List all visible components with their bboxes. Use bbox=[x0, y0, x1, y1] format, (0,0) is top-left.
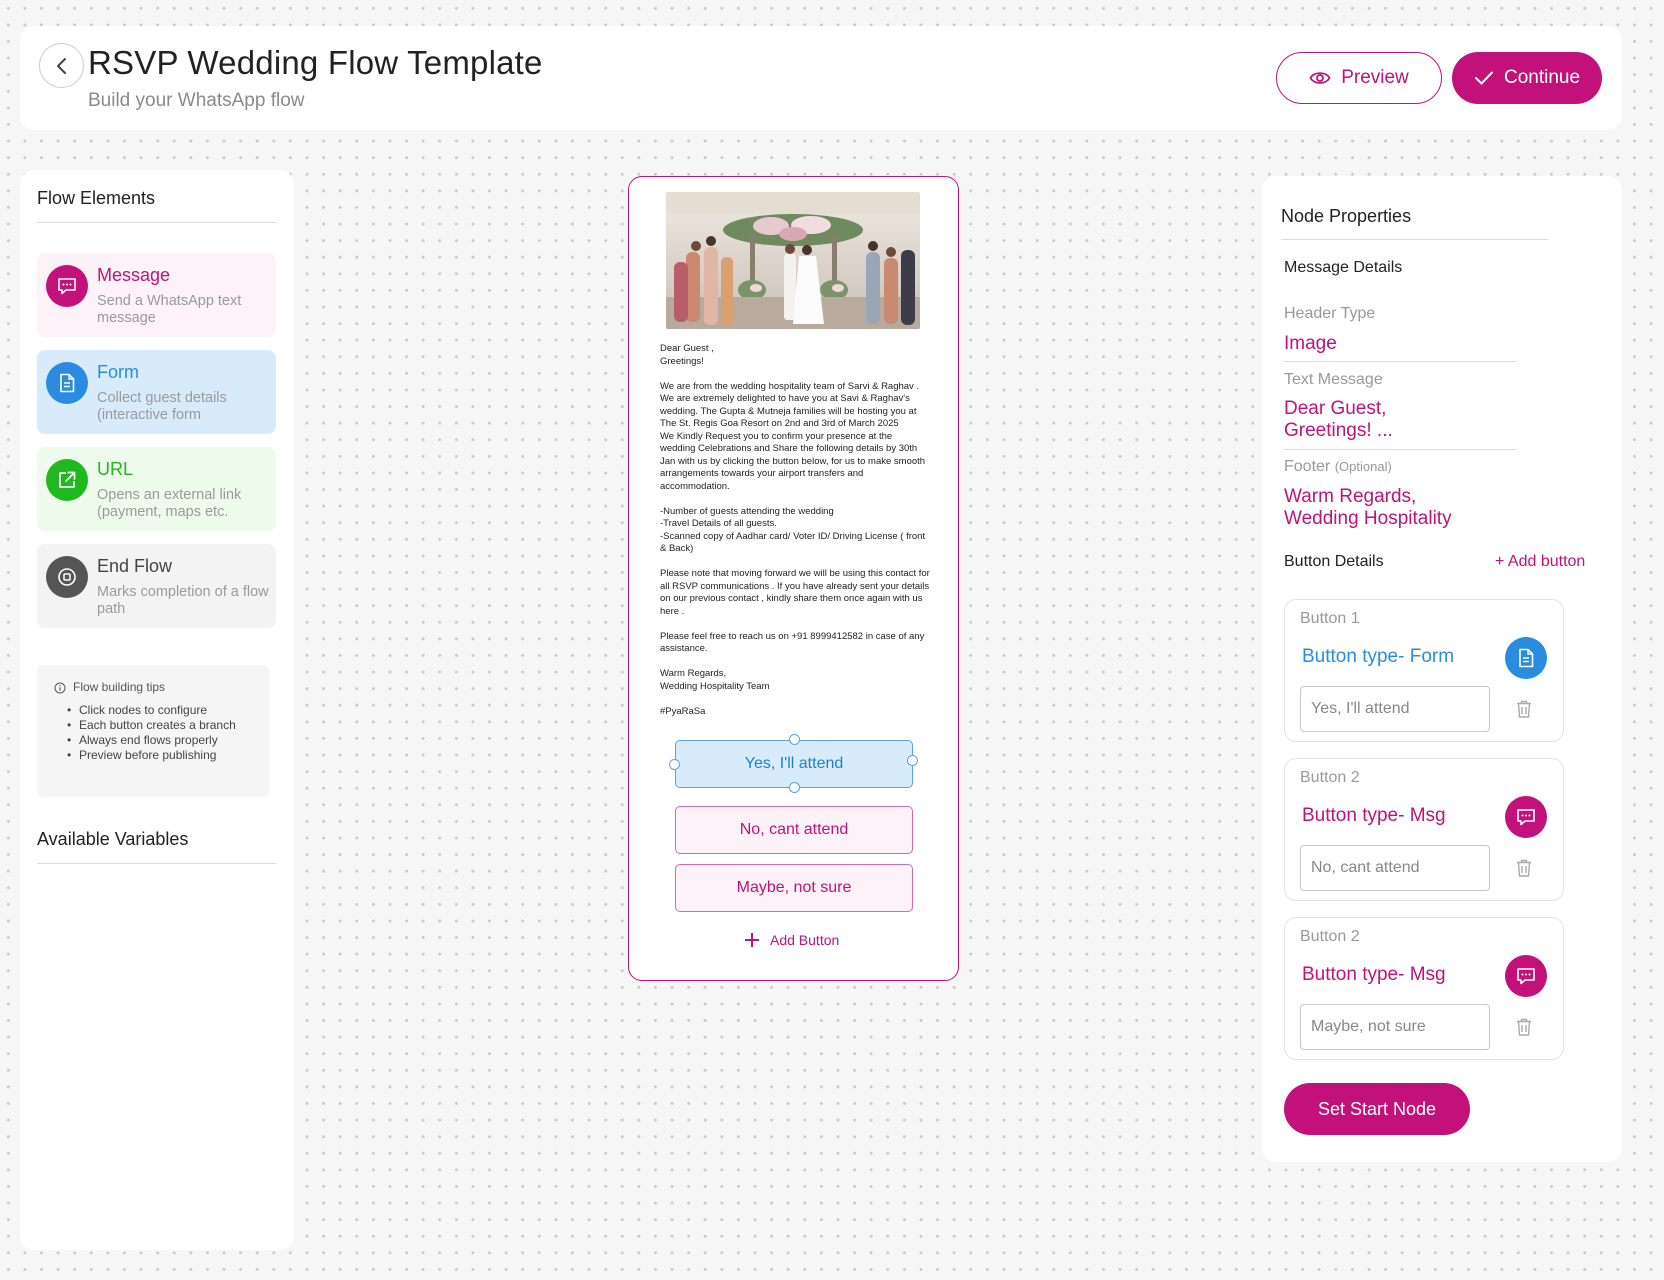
resize-handle[interactable] bbox=[789, 782, 800, 793]
message-body: Dear Guest , Greetings! We are from the … bbox=[660, 343, 930, 717]
message-node-preview[interactable]: Dear Guest , Greetings! We are from the … bbox=[628, 176, 959, 981]
external-link-icon bbox=[46, 459, 88, 501]
set-start-node-button[interactable]: Set Start Node bbox=[1284, 1083, 1470, 1135]
button-card-label: Button 1 bbox=[1300, 610, 1360, 627]
element-title: Message bbox=[97, 265, 171, 285]
tip-item: Preview before publishing bbox=[67, 748, 259, 763]
header-type-value[interactable]: Image bbox=[1284, 333, 1337, 355]
flow-elements-heading: Flow Elements bbox=[37, 188, 156, 208]
plus-icon bbox=[745, 933, 759, 947]
tips-list: Click nodes to configure Each button cre… bbox=[67, 703, 259, 763]
button-card-label: Button 2 bbox=[1300, 928, 1360, 945]
continue-button[interactable]: Continue bbox=[1452, 52, 1602, 104]
button-text-input[interactable]: Maybe, not sure bbox=[1300, 1004, 1490, 1050]
footer-line2[interactable]: Wedding Hospitality bbox=[1284, 508, 1452, 530]
element-desc: Send a WhatsApp text message bbox=[97, 293, 242, 326]
element-end-flow[interactable]: End Flow Marks completion of a flow path bbox=[37, 544, 276, 628]
top-header: RSVP Wedding Flow Template Build your Wh… bbox=[20, 26, 1622, 130]
check-icon bbox=[1474, 71, 1493, 85]
add-button-link[interactable]: Add Button bbox=[744, 932, 839, 948]
button-type[interactable]: Button type- Msg bbox=[1302, 805, 1446, 827]
button-text-input[interactable]: Yes, I'll attend bbox=[1300, 686, 1490, 732]
connection-handle[interactable] bbox=[669, 759, 680, 770]
element-title: URL bbox=[97, 459, 134, 479]
element-title: Form bbox=[97, 362, 139, 382]
text-message-line1[interactable]: Dear Guest, bbox=[1284, 398, 1386, 420]
tip-item: Each button creates a branch bbox=[67, 718, 259, 733]
divider bbox=[37, 863, 276, 864]
tips-title: Flow building tips bbox=[73, 680, 166, 694]
button-details-heading: Button Details bbox=[1284, 553, 1384, 570]
page-title: RSVP Wedding Flow Template bbox=[88, 44, 543, 81]
element-desc: Collect guest details (interactive form bbox=[97, 390, 227, 423]
preview-button[interactable]: Preview bbox=[1276, 52, 1442, 104]
stop-icon bbox=[46, 556, 88, 598]
continue-label: Continue bbox=[1503, 67, 1581, 88]
trash-icon[interactable] bbox=[1515, 1017, 1533, 1037]
button-config-card: Button 2 Button type- Msg No, cant atten… bbox=[1284, 758, 1564, 901]
divider bbox=[1284, 361, 1516, 362]
chat-icon[interactable] bbox=[1505, 796, 1547, 838]
add-button-label: Add Button bbox=[770, 932, 840, 948]
element-url[interactable]: URL Opens an external link (payment, map… bbox=[37, 447, 276, 531]
divider bbox=[1284, 449, 1516, 450]
reply-button-maybe[interactable]: Maybe, not sure bbox=[675, 864, 913, 912]
text-message-line2[interactable]: Greetings! ... bbox=[1284, 420, 1393, 442]
header-type-label: Header Type bbox=[1284, 305, 1376, 322]
button-type[interactable]: Button type- Form bbox=[1302, 646, 1454, 668]
element-desc: Marks completion of a flow path bbox=[97, 584, 269, 617]
button-text-input[interactable]: No, cant attend bbox=[1300, 845, 1490, 891]
divider bbox=[1281, 239, 1548, 240]
message-details-heading: Message Details bbox=[1284, 259, 1403, 276]
connection-handle[interactable] bbox=[907, 755, 918, 766]
button-config-card: Button 1 Button type- Form Yes, I'll att… bbox=[1284, 599, 1564, 742]
footer-label-text: Footer bbox=[1284, 458, 1331, 475]
divider bbox=[37, 222, 276, 223]
node-properties-heading: Node Properties bbox=[1281, 206, 1412, 226]
element-message[interactable]: Message Send a WhatsApp text message bbox=[37, 253, 276, 337]
tip-item: Always end flows properly bbox=[67, 733, 259, 748]
footer-line1[interactable]: Warm Regards, bbox=[1284, 486, 1416, 508]
wedding-header-image bbox=[666, 192, 920, 329]
back-button[interactable] bbox=[39, 43, 84, 88]
tip-item: Click nodes to configure bbox=[67, 703, 259, 718]
element-form[interactable]: Form Collect guest details (interactive … bbox=[37, 350, 276, 434]
chevron-left-icon bbox=[56, 57, 66, 74]
tips-box: Flow building tips Click nodes to config… bbox=[37, 665, 269, 797]
eye-icon bbox=[1309, 72, 1331, 84]
chat-icon[interactable] bbox=[1505, 955, 1547, 997]
trash-icon[interactable] bbox=[1515, 858, 1533, 878]
info-icon bbox=[54, 682, 66, 694]
form-icon[interactable] bbox=[1505, 637, 1547, 679]
available-variables-heading: Available Variables bbox=[37, 829, 189, 849]
preview-label: Preview bbox=[1341, 67, 1409, 88]
page-subtitle: Build your WhatsApp flow bbox=[88, 90, 305, 111]
add-button-link[interactable]: + Add button bbox=[1495, 553, 1585, 571]
footer-optional: (Optional) bbox=[1334, 459, 1392, 474]
flow-elements-panel: Flow Elements Message Send a WhatsApp te… bbox=[20, 170, 294, 1250]
resize-handle[interactable] bbox=[789, 734, 800, 745]
button-config-card: Button 2 Button type- Msg Maybe, not sur… bbox=[1284, 917, 1564, 1060]
button-type[interactable]: Button type- Msg bbox=[1302, 964, 1446, 986]
reply-button-yes[interactable]: Yes, I'll attend bbox=[675, 740, 913, 788]
element-title: End Flow bbox=[97, 556, 173, 576]
text-message-label: Text Message bbox=[1284, 371, 1383, 388]
button-card-label: Button 2 bbox=[1300, 769, 1360, 786]
footer-label: Footer (Optional) bbox=[1284, 458, 1392, 476]
element-desc: Opens an external link (payment, maps et… bbox=[97, 487, 242, 520]
form-icon bbox=[46, 362, 88, 404]
node-properties-panel: Node Properties Message Details Header T… bbox=[1262, 176, 1622, 1162]
reply-button-no[interactable]: No, cant attend bbox=[675, 806, 913, 854]
trash-icon[interactable] bbox=[1515, 699, 1533, 719]
chat-icon bbox=[46, 265, 88, 307]
